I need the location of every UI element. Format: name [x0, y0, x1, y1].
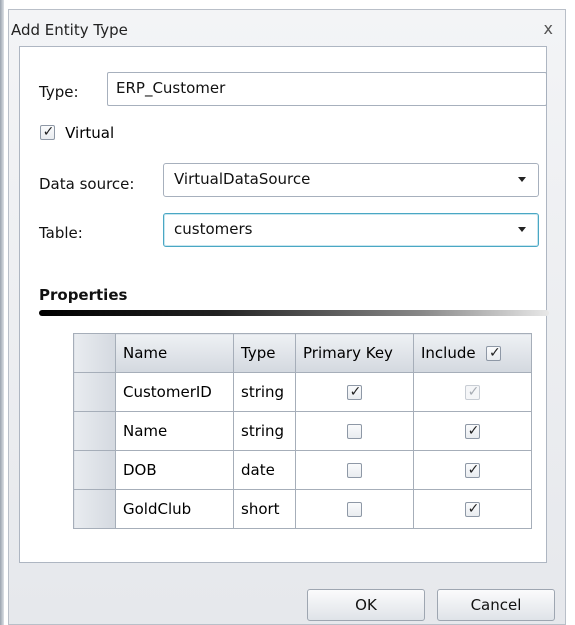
- primary-key-checkbox[interactable]: ✓: [347, 384, 362, 400]
- table-row: DOB date ✓: [73, 450, 532, 490]
- cell-type[interactable]: short: [233, 489, 296, 529]
- properties-grid: Name Type Primary Key Include ✓ Customer…: [73, 333, 532, 529]
- row-selector[interactable]: [73, 372, 116, 412]
- cell-name[interactable]: Name: [115, 411, 234, 451]
- chevron-down-icon: [518, 227, 526, 232]
- check-icon: ✓: [42, 124, 55, 140]
- cell-primary-key: [295, 489, 414, 529]
- properties-heading: Properties: [39, 286, 128, 304]
- virtual-checkbox-row[interactable]: ✓ Virtual: [40, 122, 114, 142]
- cell-type[interactable]: string: [233, 411, 296, 451]
- window-edge: [0, 0, 4, 625]
- table-value: customers: [174, 220, 253, 238]
- table-row: CustomerID string ✓ ✓: [73, 372, 532, 412]
- cell-name[interactable]: CustomerID: [115, 372, 234, 412]
- cell-include: ✓: [413, 489, 532, 529]
- cell-name[interactable]: GoldClub: [115, 489, 234, 529]
- table-row: GoldClub short ✓: [73, 489, 532, 529]
- type-input[interactable]: ERP_Customer: [107, 72, 547, 106]
- cell-include: ✓: [413, 450, 532, 490]
- add-entity-type-dialog: Add Entity Type x Type: ERP_Customer ✓ V…: [8, 9, 566, 625]
- cell-primary-key: ✓: [295, 372, 414, 412]
- primary-key-checkbox[interactable]: [347, 502, 362, 517]
- include-checkbox[interactable]: ✓: [465, 501, 480, 517]
- cell-name[interactable]: DOB: [115, 450, 234, 490]
- primary-key-checkbox[interactable]: [347, 424, 362, 439]
- cancel-button[interactable]: Cancel: [437, 589, 555, 621]
- row-selector[interactable]: [73, 411, 116, 451]
- virtual-label: Virtual: [65, 123, 115, 142]
- data-source-label: Data source:: [39, 175, 135, 193]
- cell-type[interactable]: string: [233, 372, 296, 412]
- data-source-select[interactable]: VirtualDataSource: [163, 163, 539, 197]
- check-icon: ✓: [467, 501, 480, 517]
- column-header-primary-key[interactable]: Primary Key: [295, 333, 414, 373]
- cell-include: ✓: [413, 372, 532, 412]
- section-divider: [39, 310, 549, 316]
- include-header-label: Include: [421, 344, 476, 362]
- include-checkbox: ✓: [465, 384, 480, 400]
- column-header-name[interactable]: Name: [115, 333, 234, 373]
- primary-key-checkbox[interactable]: [347, 463, 362, 478]
- include-checkbox[interactable]: ✓: [465, 423, 480, 439]
- table-select[interactable]: customers: [163, 213, 539, 247]
- row-selector[interactable]: [73, 489, 116, 529]
- close-button[interactable]: x: [544, 21, 553, 37]
- type-label: Type:: [39, 83, 79, 101]
- column-header-type[interactable]: Type: [233, 333, 296, 373]
- grid-header-row: Name Type Primary Key Include ✓: [73, 333, 532, 373]
- check-icon: ✓: [467, 462, 480, 478]
- check-icon: ✓: [349, 384, 362, 400]
- cell-include: ✓: [413, 411, 532, 451]
- include-checkbox[interactable]: ✓: [465, 462, 480, 478]
- virtual-checkbox[interactable]: ✓: [40, 124, 55, 140]
- data-source-value: VirtualDataSource: [174, 170, 311, 188]
- ok-button[interactable]: OK: [307, 589, 425, 621]
- cell-type[interactable]: date: [233, 450, 296, 490]
- table-row: Name string ✓: [73, 411, 532, 451]
- cell-primary-key: [295, 411, 414, 451]
- row-header-corner: [73, 333, 116, 373]
- check-icon: ✓: [467, 423, 480, 439]
- dialog-title: Add Entity Type: [11, 21, 128, 39]
- table-label: Table:: [39, 224, 83, 242]
- include-all-checkbox[interactable]: ✓: [486, 345, 502, 361]
- chevron-down-icon: [518, 177, 526, 182]
- cell-primary-key: [295, 450, 414, 490]
- column-header-include[interactable]: Include ✓: [413, 333, 532, 373]
- title-bar[interactable]: Add Entity Type x: [9, 10, 565, 44]
- check-icon: ✓: [467, 384, 480, 400]
- row-selector[interactable]: [73, 450, 116, 490]
- check-icon: ✓: [489, 345, 501, 361]
